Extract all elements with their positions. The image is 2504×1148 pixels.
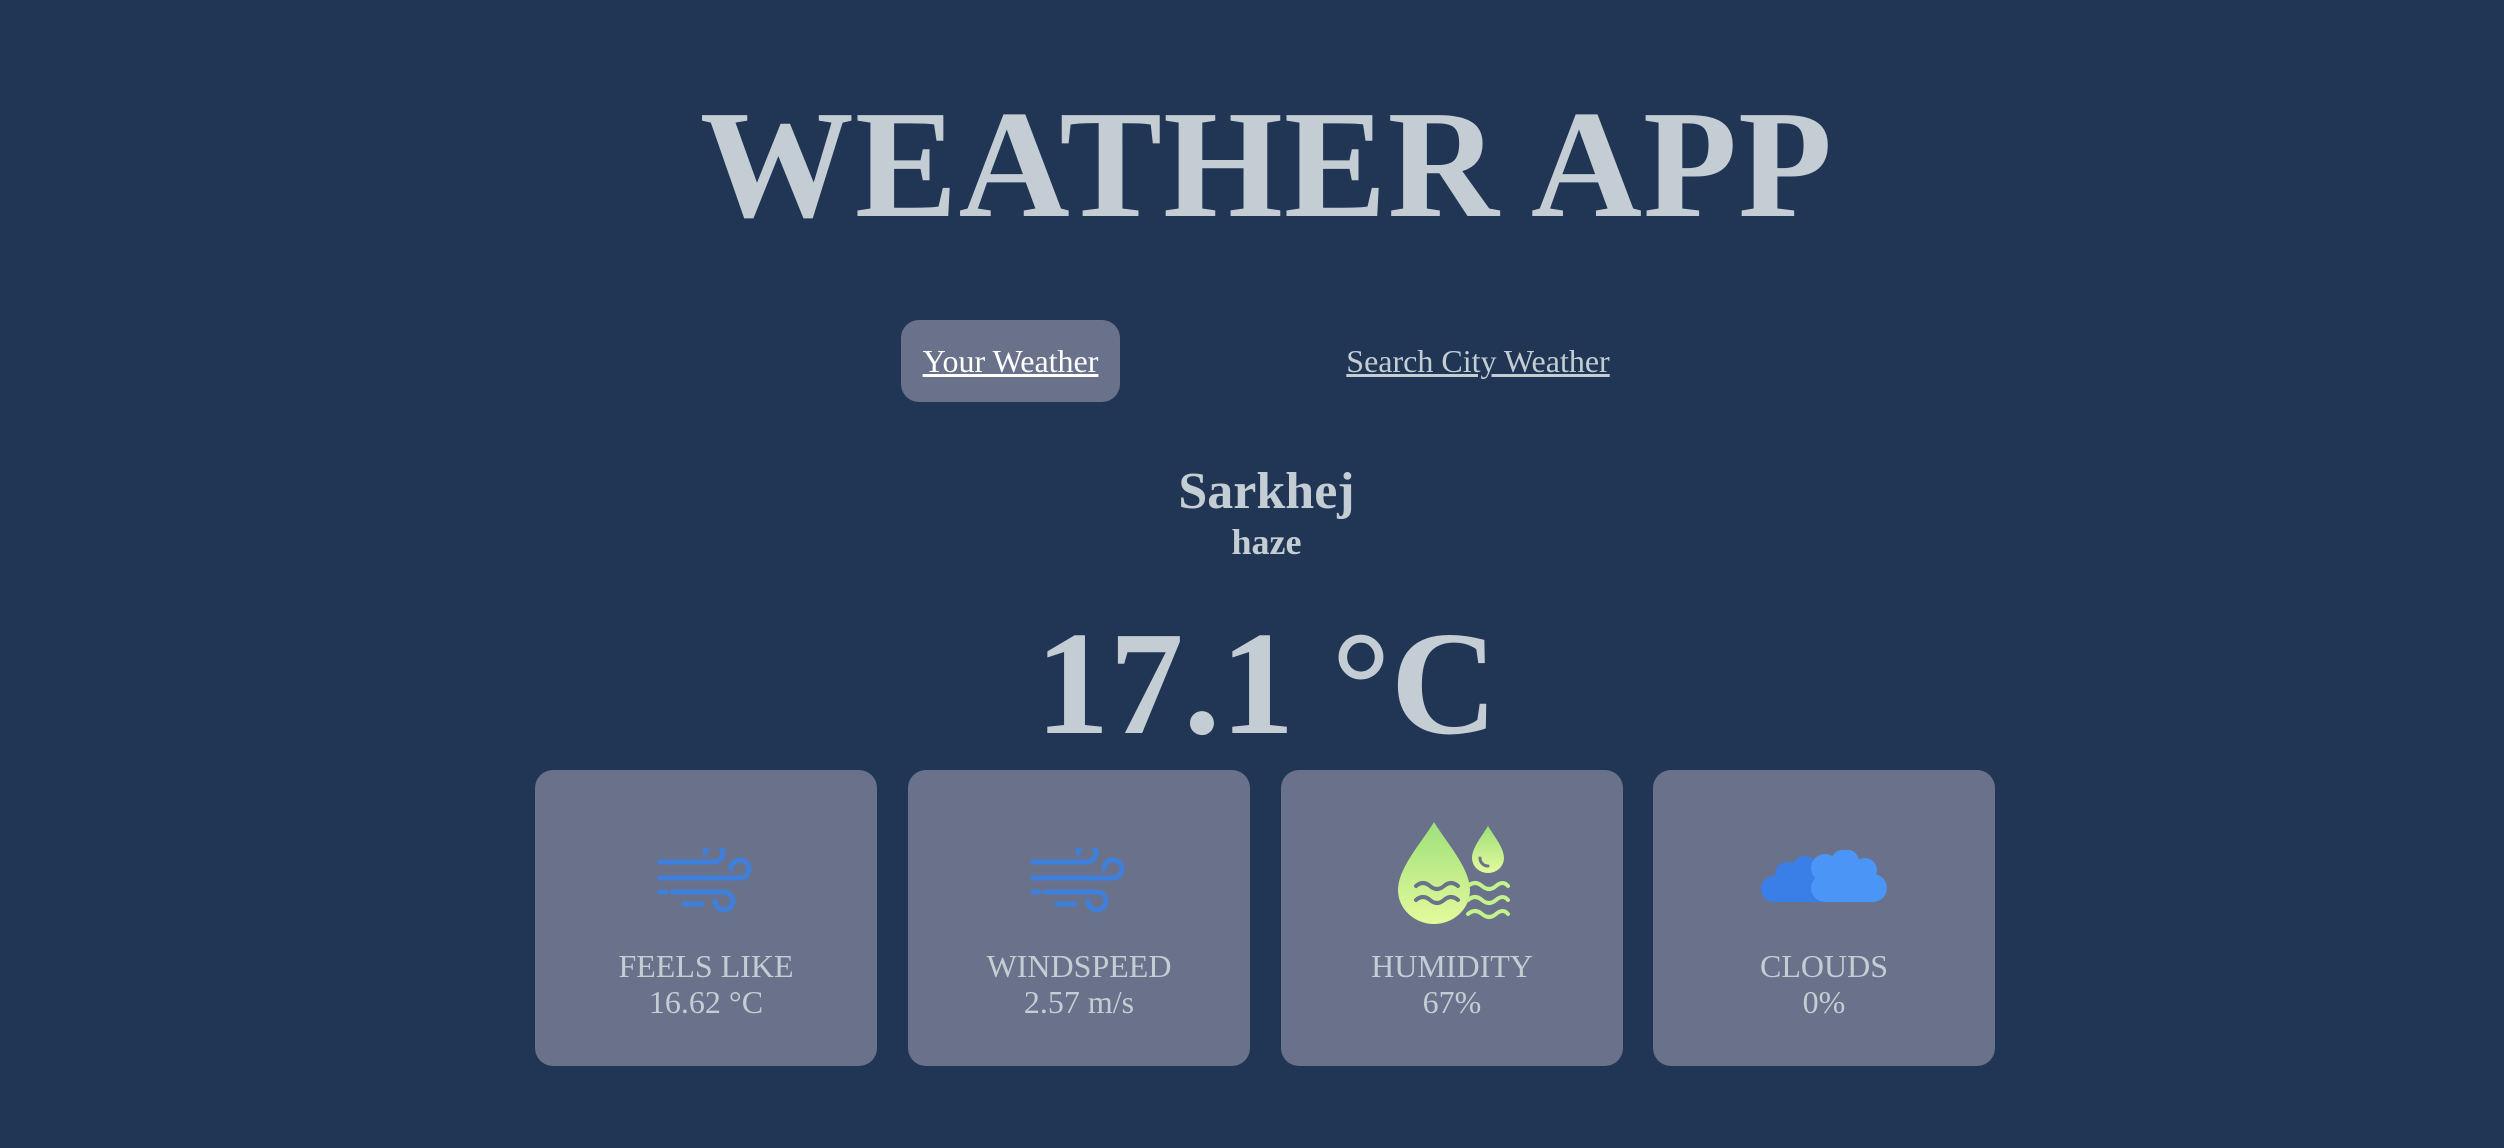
feels-like-value: 16.62 °C bbox=[648, 984, 764, 1020]
humidity-card: HUMIDITY 67% bbox=[1281, 770, 1623, 1066]
temperature-value: 17.1 °C bbox=[1035, 602, 1498, 766]
tab-your-weather[interactable]: Your Weather bbox=[901, 320, 1120, 402]
clouds-card: CLOUDS 0% bbox=[1653, 770, 1995, 1066]
feels-like-label: FEELS LIKE bbox=[618, 948, 794, 984]
windspeed-card: WINDSPEED 2.57 m/s bbox=[908, 770, 1250, 1066]
wind-icon bbox=[657, 848, 752, 913]
cloud-icon bbox=[1761, 850, 1887, 902]
tab-search-city-weather[interactable]: Search City Weather bbox=[1346, 320, 1610, 402]
humidity-label: HUMIDITY bbox=[1371, 948, 1533, 984]
humidity-value: 67% bbox=[1422, 984, 1482, 1020]
location-name: Sarkhej bbox=[1178, 463, 1355, 520]
wind-icon bbox=[1030, 848, 1125, 913]
feels-like-card: FEELS LIKE 16.62 °C bbox=[535, 770, 877, 1066]
clouds-value: 0% bbox=[1802, 984, 1846, 1020]
tab-bar: Your Weather Search City Weather bbox=[0, 320, 2504, 402]
windspeed-label: WINDSPEED bbox=[986, 948, 1172, 984]
windspeed-value: 2.57 m/s bbox=[1023, 984, 1135, 1020]
humidity-icon bbox=[1398, 822, 1510, 924]
app-title: WEATHER APP bbox=[699, 80, 1834, 250]
weather-description: haze bbox=[1231, 522, 1302, 562]
clouds-label: CLOUDS bbox=[1759, 948, 1888, 984]
